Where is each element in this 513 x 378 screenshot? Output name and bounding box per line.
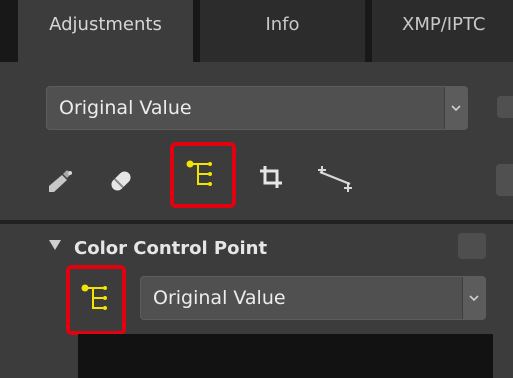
chevron-down-icon[interactable]: [462, 277, 485, 319]
tab-adjustments[interactable]: Adjustments: [18, 0, 193, 62]
tab-bar-edge: [0, 0, 18, 62]
control-point-icon[interactable]: [186, 160, 216, 188]
control-point-icon[interactable]: [81, 284, 111, 312]
preset-dropdown-value: Original Value: [59, 97, 192, 119]
collapse-triangle-icon[interactable]: [49, 240, 61, 250]
control-point-list-area: [78, 334, 493, 378]
chevron-down-icon[interactable]: [444, 87, 467, 129]
ccp-preset-dropdown[interactable]: Original Value: [140, 276, 486, 320]
color-control-point-title: Color Control Point: [74, 238, 268, 259]
adjustment-toolbar: [0, 140, 513, 220]
tab-xmp-iptc-label: XMP/IPTC: [402, 14, 486, 35]
section-divider: [0, 220, 513, 224]
dropper-brush-icon[interactable]: [46, 168, 76, 194]
preset-dropdown[interactable]: Original Value: [46, 86, 468, 130]
tab-info[interactable]: Info: [200, 0, 365, 62]
crop-icon[interactable]: [258, 164, 284, 190]
ccp-preset-dropdown-value: Original Value: [153, 287, 286, 309]
eraser-icon[interactable]: [106, 166, 136, 196]
tab-bar: Adjustments Info XMP/IPTC: [0, 0, 513, 62]
preset-checkbox[interactable]: [497, 96, 513, 118]
tab-xmp-iptc[interactable]: XMP/IPTC: [372, 0, 513, 62]
toolbar-overflow-button[interactable]: [496, 164, 513, 196]
color-control-point-checkbox[interactable]: [458, 233, 486, 259]
adjustments-panel: Adjustments Info XMP/IPTC Original Value: [0, 0, 513, 378]
tab-info-label: Info: [265, 14, 300, 35]
tab-adjustments-label: Adjustments: [49, 14, 162, 35]
straighten-icon[interactable]: [316, 164, 356, 194]
